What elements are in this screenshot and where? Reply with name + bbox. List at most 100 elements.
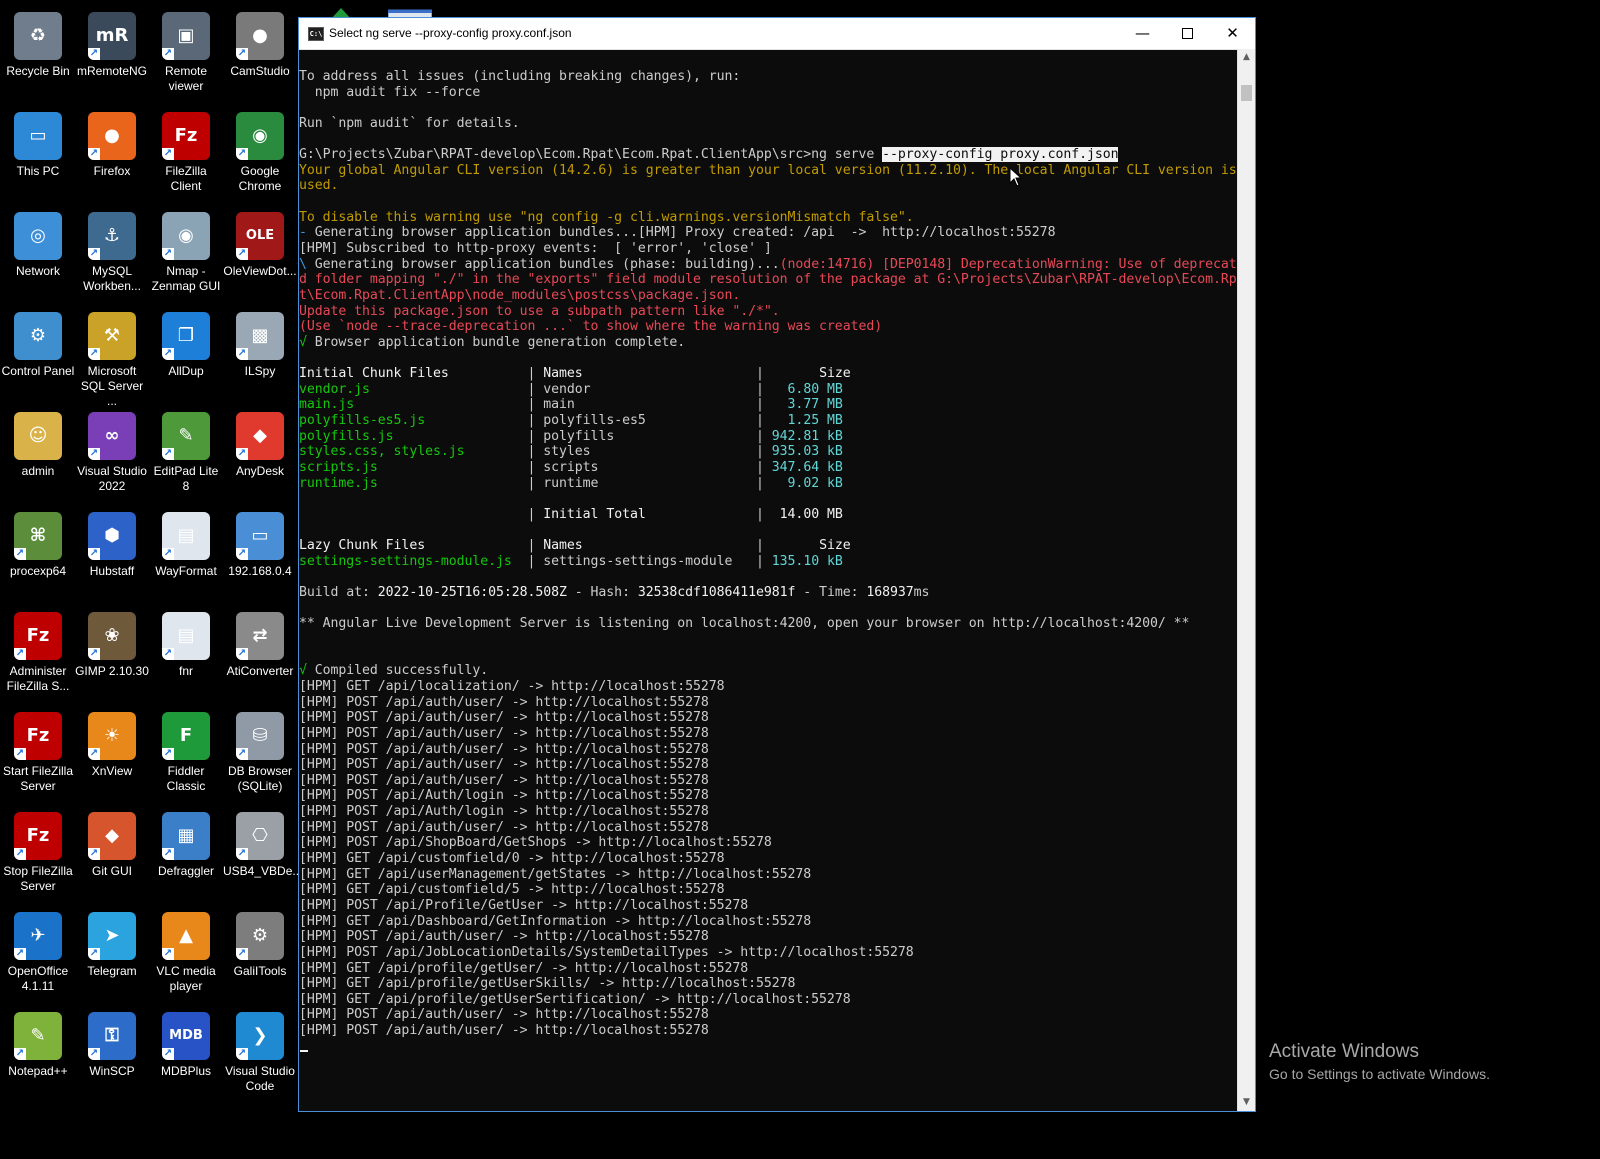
console-line: main.js | main | 3.77 MB bbox=[299, 397, 1239, 413]
console-text: [HPM] GET /api/userManagement/getStates … bbox=[299, 866, 812, 882]
desktop-icon[interactable]: ⚿ ↗ WinSCP bbox=[74, 1006, 150, 1102]
desktop-icon[interactable]: ◎ Network bbox=[0, 206, 76, 302]
shortcut-arrow-icon: ↗ bbox=[88, 948, 100, 960]
maximize-button[interactable] bbox=[1165, 18, 1210, 49]
shortcut-arrow-icon: ↗ bbox=[162, 1048, 174, 1060]
desktop-icon[interactable]: Fz ↗ FileZilla Client bbox=[148, 106, 224, 202]
desktop-icon[interactable]: ➤ ↗ Telegram bbox=[74, 906, 150, 1002]
desktop-icon[interactable]: ⌘ ↗ procexp64 bbox=[0, 506, 76, 602]
console-text: | bbox=[756, 444, 772, 460]
console-text: | bbox=[756, 381, 772, 397]
scroll-down-arrow-icon[interactable]: ▼ bbox=[1238, 1094, 1255, 1111]
desktop-icon[interactable]: ⇄ ↗ AtiConverter bbox=[222, 606, 298, 702]
console-line: [HPM] GET /api/customfield/5 -> http://l… bbox=[299, 882, 1239, 898]
desktop-icon[interactable]: mR ↗ mRemoteNG bbox=[74, 6, 150, 102]
vscode-icon: ❯ ↗ bbox=[236, 1012, 284, 1060]
desktop-icon[interactable]: ♻ Recycle Bin bbox=[0, 6, 76, 102]
desktop-icon[interactable]: ▣ ↗ Remote viewer bbox=[148, 6, 224, 102]
desktop-icon[interactable]: Fz ↗ Administer FileZilla S... bbox=[0, 606, 76, 702]
minimize-button[interactable]: — bbox=[1120, 18, 1165, 49]
console-text: npm audit fix --force bbox=[299, 84, 481, 100]
desktop-icon[interactable]: ◆ ↗ AnyDesk bbox=[222, 406, 298, 502]
desktop-icon[interactable]: ▭ This PC bbox=[0, 106, 76, 202]
desktop-icon[interactable]: ◉ ↗ Nmap - Zenmap GUI bbox=[148, 206, 224, 302]
console-line: To address all issues (including breakin… bbox=[299, 69, 1239, 85]
console-line: Lazy Chunk Files | Names | Size bbox=[299, 538, 1239, 554]
desktop-icon[interactable]: ✎ ↗ Notepad++ bbox=[0, 1006, 76, 1102]
console-text: [HPM] POST /api/auth/user/ -> http://loc… bbox=[299, 1007, 709, 1023]
shortcut-arrow-icon: ↗ bbox=[88, 148, 100, 160]
desktop-icon[interactable]: ⬢ ↗ Hubstaff bbox=[74, 506, 150, 602]
desktop-icon[interactable]: ☺ admin bbox=[0, 406, 76, 502]
shortcut-arrow-icon: ↗ bbox=[88, 248, 100, 260]
shortcut-arrow-icon: ↗ bbox=[236, 748, 248, 760]
console-window[interactable]: C:\ Select ng serve --proxy-config proxy… bbox=[298, 17, 1256, 1112]
vertical-scrollbar[interactable]: ▲ ▼ bbox=[1237, 49, 1255, 1111]
console-line: - Generating browser application bundles… bbox=[299, 225, 1239, 241]
scroll-up-arrow-icon[interactable]: ▲ bbox=[1238, 49, 1255, 66]
desktop-icon[interactable]: ✎ ↗ EditPad Lite 8 bbox=[148, 406, 224, 502]
desktop-icon[interactable]: ● ↗ Firefox bbox=[74, 106, 150, 202]
console-text: - Time: bbox=[795, 585, 867, 601]
shortcut-arrow-icon: ↗ bbox=[162, 948, 174, 960]
console-line: [HPM] GET /api/profile/getUserSertificat… bbox=[299, 992, 1239, 1008]
desktop-icon[interactable]: ❐ ↗ AllDup bbox=[148, 306, 224, 402]
desktop-icon[interactable]: Fz ↗ Start FileZilla Server bbox=[0, 706, 76, 802]
desktop-icon[interactable]: ⚙ Control Panel bbox=[0, 306, 76, 402]
desktop-icon[interactable]: ⎔ ↗ USB4_VBDe... bbox=[222, 806, 302, 902]
console-line: Update this package.json to use a subpat… bbox=[299, 304, 1239, 320]
close-button[interactable]: ✕ bbox=[1210, 18, 1255, 49]
desktop-icon[interactable]: ❯ ↗ Visual Studio Code bbox=[222, 1006, 298, 1102]
desktop-icon-label: MySQL Workben... bbox=[83, 264, 141, 293]
console-text: \ bbox=[299, 256, 315, 272]
desktop-icon[interactable]: F ↗ Fiddler Classic bbox=[148, 706, 224, 802]
console-text: [HPM] GET /api/profile/getUserSertificat… bbox=[299, 991, 851, 1007]
console-text: | bbox=[527, 366, 544, 382]
console-output[interactable]: To address all issues (including breakin… bbox=[299, 49, 1239, 1111]
console-text: ms bbox=[913, 585, 930, 601]
desktop-icon[interactable]: MDB ↗ MDBPlus bbox=[148, 1006, 224, 1102]
desktop-icon[interactable]: ▤ ↗ fnr bbox=[148, 606, 224, 702]
network-icon: ◎ bbox=[14, 212, 62, 260]
desktop-icon[interactable]: ▦ ↗ Defraggler bbox=[148, 806, 224, 902]
console-text: | bbox=[756, 397, 772, 413]
desktop-icon[interactable]: ▩ ↗ ILSpy bbox=[222, 306, 298, 402]
console-text: 935.03 kB bbox=[771, 444, 843, 460]
desktop-icon[interactable]: ⛁ ↗ DB Browser (SQLite) bbox=[222, 706, 298, 802]
title-bar[interactable]: C:\ Select ng serve --proxy-config proxy… bbox=[299, 18, 1255, 50]
desktop-icon[interactable]: ◉ ↗ Google Chrome bbox=[222, 106, 298, 202]
desktop-icon-label: This PC bbox=[16, 164, 60, 178]
desktop-icon[interactable]: ❀ ↗ GIMP 2.10.30 bbox=[74, 606, 150, 702]
console-text: Update this package.json to use a subpat… bbox=[299, 303, 780, 319]
desktop-icon[interactable]: Fz ↗ Stop FileZilla Server bbox=[0, 806, 76, 902]
desktop-icon[interactable]: ⚙ ↗ GaliITools bbox=[222, 906, 298, 1002]
desktop-icon-label: Control Panel bbox=[1, 364, 75, 378]
desktop-icon[interactable]: ▲ ↗ VLC media player bbox=[148, 906, 224, 1002]
console-text: settings-settings-module.js bbox=[299, 553, 528, 569]
console-line: [HPM] POST /api/auth/user/ -> http://loc… bbox=[299, 773, 1239, 789]
desktop-icon[interactable]: ● ↗ CamStudio bbox=[222, 6, 298, 102]
desktop-icon[interactable]: ✈ ↗ OpenOffice 4.1.11 bbox=[0, 906, 76, 1002]
console-text: [HPM] POST /api/auth/user/ -> http://loc… bbox=[299, 819, 709, 835]
desktop-icon[interactable]: ▤ ↗ WayFormat bbox=[148, 506, 224, 602]
desktop-icon-label: Google Chrome bbox=[238, 164, 282, 193]
desktop-icon[interactable]: ▭ ↗ 192.168.0.4 bbox=[222, 506, 298, 602]
console-text: | bbox=[527, 538, 544, 554]
desktop-icon[interactable]: ⚓ ↗ MySQL Workben... bbox=[74, 206, 150, 302]
scroll-thumb[interactable] bbox=[1241, 85, 1252, 101]
shortcut-arrow-icon: ↗ bbox=[236, 248, 248, 260]
desktop-icon[interactable]: OLE ↗ OleViewDot... bbox=[222, 206, 298, 302]
desktop-icon[interactable]: ◆ ↗ Git GUI bbox=[74, 806, 150, 902]
minimize-icon: — bbox=[1135, 24, 1150, 42]
desktop-icon-label: Firefox bbox=[93, 164, 131, 178]
console-text: main bbox=[543, 397, 757, 413]
desktop-icon[interactable]: ☀ ↗ XnView bbox=[74, 706, 150, 802]
console-text: styles bbox=[543, 444, 757, 460]
desktop-icon[interactable]: ∞ ↗ Visual Studio 2022 bbox=[74, 406, 150, 502]
console-text: | bbox=[756, 366, 820, 382]
console-line: npm audit fix --force bbox=[299, 85, 1239, 101]
desktop-icon[interactable]: ⚒ ↗ Microsoft SQL Server ... bbox=[74, 306, 150, 408]
console-text: polyfills-es5.js bbox=[299, 413, 528, 429]
